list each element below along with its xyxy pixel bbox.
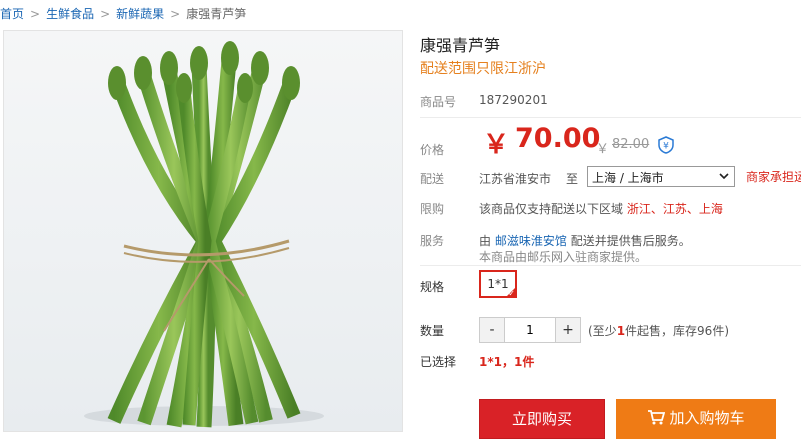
stock-prefix: (至少: [588, 324, 617, 338]
stock-rest: 件起售，库存96件): [625, 324, 729, 338]
service-prefix: 由: [479, 234, 492, 248]
limit-text: 该商品仅支持配送以下区域 浙江、江苏、上海: [479, 200, 723, 217]
buy-now-button[interactable]: 立即购买: [479, 399, 605, 439]
chevron-down-icon: [719, 170, 729, 184]
breadcrumb-current: 康强青芦笋: [186, 7, 247, 21]
asparagus-illustration: [84, 41, 324, 428]
add-to-cart-button[interactable]: 加入购物车: [616, 399, 776, 439]
spec-option[interactable]: 1*1 ✓: [479, 270, 517, 298]
shipping-from: 江苏省淮安市: [479, 172, 552, 186]
service-suffix: 配送并提供售后服务。: [570, 234, 691, 248]
check-icon: ✓: [508, 289, 515, 298]
svg-text:¥: ¥: [663, 142, 669, 152]
seller-shipping-note: 商家承担运: [746, 170, 801, 184]
product-title: 康强青芦笋: [420, 36, 501, 55]
product-subtitle: 配送范围只限江浙沪: [420, 61, 546, 77]
breadcrumb-sep: >: [100, 7, 111, 21]
price-currency: ￥: [483, 130, 510, 160]
price-value: 70.00: [515, 123, 601, 154]
divider: [420, 117, 801, 118]
service-label: 服务: [420, 234, 445, 248]
chosen-label: 已选择: [420, 355, 457, 369]
shield-yen-icon[interactable]: ¥: [658, 136, 674, 154]
orig-price-currency: ￥: [596, 142, 610, 157]
breadcrumb-sep: >: [30, 7, 41, 21]
breadcrumb-fresh-food[interactable]: 生鲜食品: [46, 7, 94, 21]
cart-icon: [647, 409, 669, 427]
limit-desc: 该商品仅支持配送以下区域: [479, 202, 624, 216]
service-text: 由 邮滋味淮安馆 配送并提供售后服务。: [479, 232, 691, 249]
spec-label: 规格: [420, 280, 445, 294]
breadcrumb-fresh-veg[interactable]: 新鲜蔬果: [116, 7, 164, 21]
shipping-label: 配送: [420, 172, 445, 186]
breadcrumb-home[interactable]: 首页: [0, 7, 24, 21]
breadcrumb: 首页 > 生鲜食品 > 新鲜蔬果 > 康强青芦笋: [0, 5, 246, 23]
service-line2: 本商品由邮乐网入驻商家提供。: [479, 250, 648, 264]
qty-minus-button[interactable]: -: [480, 318, 505, 342]
orig-price-value: 82.00: [612, 137, 650, 152]
limit-regions: 浙江、江苏、上海: [626, 202, 723, 216]
service-store-link[interactable]: 邮滋味淮安馆: [495, 234, 567, 248]
destination-value: 上海 / 上海市: [592, 171, 664, 185]
qty-input[interactable]: [505, 318, 555, 342]
destination-select[interactable]: 上海 / 上海市: [587, 166, 735, 187]
price-label: 价格: [420, 143, 445, 157]
limit-label: 限购: [420, 202, 445, 216]
add-to-cart-label: 加入购物车: [669, 409, 745, 427]
sku-label: 商品号: [420, 95, 457, 109]
breadcrumb-sep: >: [170, 7, 181, 21]
shipping-to-word: 至: [566, 172, 579, 186]
qty-label: 数量: [420, 324, 445, 338]
quantity-stepper: - +: [479, 317, 581, 343]
product-image[interactable]: [3, 30, 403, 432]
chosen-value: 1*1，1件: [479, 355, 535, 369]
qty-plus-button[interactable]: +: [555, 318, 580, 342]
stock-info: (至少1件起售，库存96件): [588, 322, 729, 339]
sku-value: 187290201: [479, 93, 548, 107]
stock-min: 1: [616, 324, 626, 338]
divider: [420, 265, 801, 266]
